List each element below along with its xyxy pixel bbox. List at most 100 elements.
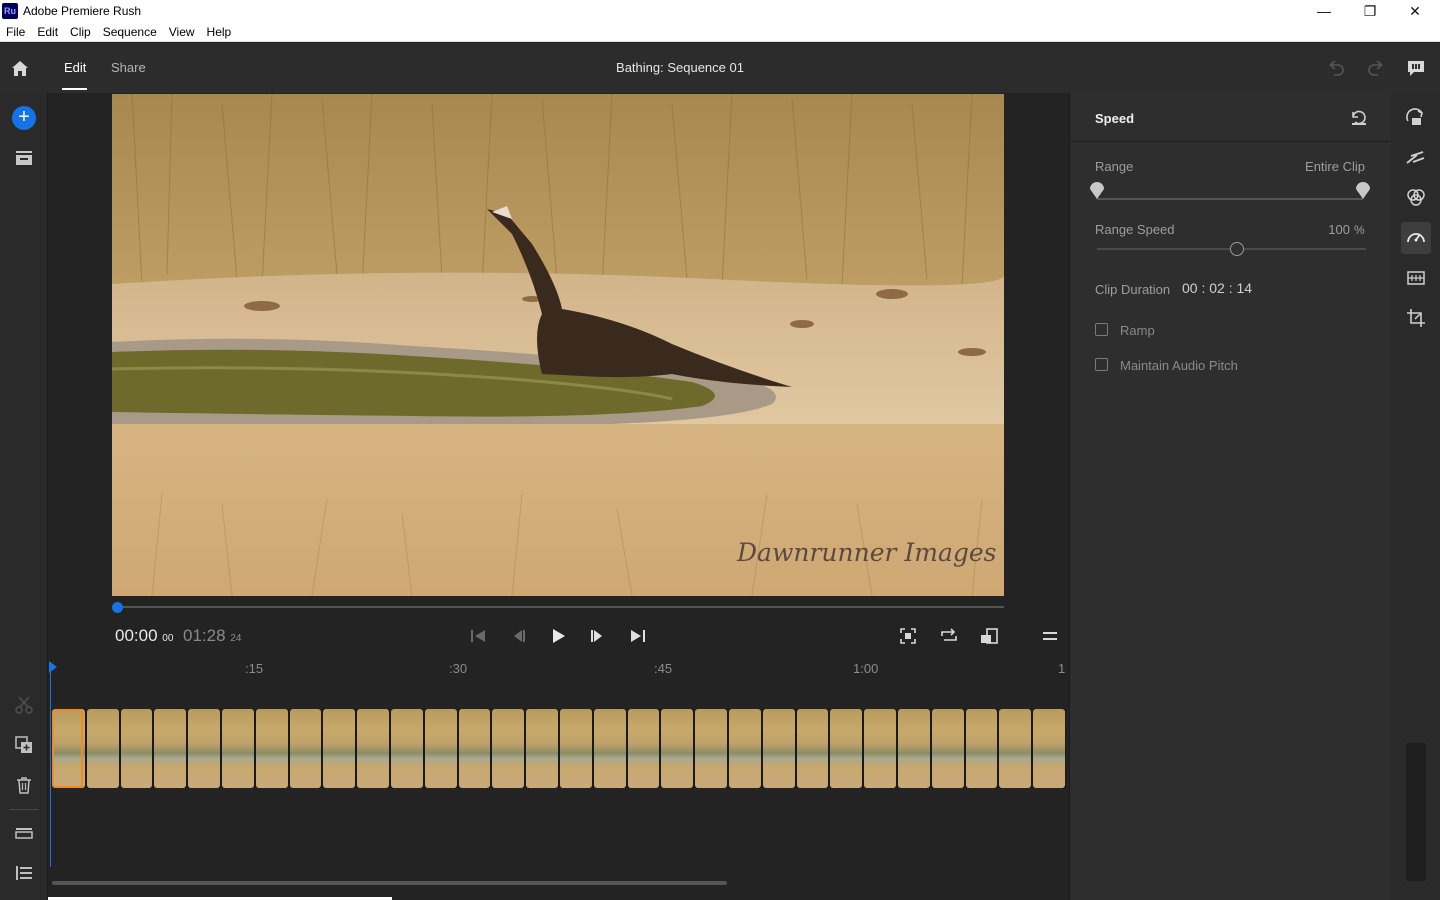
clip-duration-value[interactable]: 00 : 02 : 14 <box>1182 280 1252 296</box>
speed-gauge-icon[interactable] <box>1403 225 1429 251</box>
transitions-icon[interactable] <box>1403 105 1429 131</box>
video-clip[interactable] <box>52 709 1066 788</box>
clip-thumbnail <box>999 709 1032 788</box>
redo-icon[interactable] <box>1366 59 1386 77</box>
scrub-playhead[interactable] <box>112 602 123 613</box>
clip-thumbnail <box>86 709 119 788</box>
timeline[interactable]: :15 :30 :45 1:00 1 <box>49 655 1067 900</box>
clip-thumbnail <box>492 709 525 788</box>
range-speed-slider-knob[interactable] <box>1229 242 1244 256</box>
tab-edit[interactable]: Edit <box>64 60 86 75</box>
loop-icon[interactable] <box>939 627 959 645</box>
timeline-horizontal-scrollbar[interactable] <box>52 881 727 885</box>
menu-bar: File Edit Clip Sequence View Help <box>0 22 1440 42</box>
reset-icon[interactable] <box>1349 109 1369 127</box>
delete-icon[interactable] <box>14 775 34 795</box>
maintain-audio-pitch-checkbox[interactable] <box>1095 358 1108 371</box>
add-media-button[interactable]: + <box>12 106 36 130</box>
menu-sequence[interactable]: Sequence <box>97 22 163 39</box>
video-watermark: Dawnrunner Images <box>737 538 997 567</box>
clip-thumbnail <box>898 709 930 788</box>
app-header: Edit Share Bathing: Sequence 01 <box>0 43 1440 93</box>
total-time: 01:28 <box>183 626 226 645</box>
clip-thumbnail <box>424 709 457 788</box>
clip-thumbnail <box>965 709 998 788</box>
playhead-handle[interactable] <box>49 661 57 673</box>
range-start-handle[interactable] <box>1089 178 1105 200</box>
home-icon[interactable] <box>10 58 30 78</box>
menu-edit[interactable]: Edit <box>31 22 64 39</box>
ruler-label: :15 <box>245 661 264 676</box>
clip-thumbnail <box>323 709 356 788</box>
close-button[interactable]: ✕ <box>1392 0 1438 22</box>
app-logo-icon: Ru <box>2 3 18 19</box>
current-time: 00:00 <box>115 626 158 645</box>
clip-thumbnail <box>357 709 389 788</box>
menu-lines-icon[interactable] <box>1041 628 1059 644</box>
track-toggle-icon[interactable] <box>14 825 34 841</box>
clip-thumbnail <box>458 709 491 788</box>
current-frames: 00 <box>162 633 174 644</box>
range-label: Range <box>1095 159 1134 174</box>
clip-thumbnail <box>560 709 592 788</box>
clip-thumbnail <box>830 709 863 788</box>
panel-title: Speed <box>1095 111 1135 126</box>
video-frame-image <box>112 94 1004 596</box>
ruler-label: :30 <box>449 661 468 676</box>
ruler-label: :45 <box>654 661 673 676</box>
project-assets-icon[interactable] <box>14 150 34 166</box>
fit-frame-icon[interactable] <box>899 627 917 645</box>
feedback-icon[interactable] <box>1406 58 1426 78</box>
step-back-icon[interactable] <box>509 628 527 644</box>
clip-thumbnail <box>222 709 254 788</box>
clip-thumbnail <box>864 709 896 788</box>
go-to-start-icon[interactable] <box>469 628 487 644</box>
maintain-audio-pitch-label: Maintain Audio Pitch <box>1120 358 1238 373</box>
color-icon[interactable] <box>1403 185 1429 211</box>
active-tab-indicator <box>62 88 87 90</box>
range-end-handle[interactable] <box>1355 178 1371 200</box>
go-to-end-icon[interactable] <box>629 628 647 644</box>
clip-thumbnail <box>762 709 795 788</box>
clip-selection-outline <box>52 709 83 788</box>
window-title-bar: Ru Adobe Premiere Rush — ❐ ✕ <box>0 0 1440 22</box>
aspect-ratio-icon[interactable] <box>979 627 999 645</box>
clip-thumbnail <box>593 709 626 788</box>
split-scissors-icon[interactable] <box>14 695 34 715</box>
menu-help[interactable]: Help <box>201 22 238 39</box>
total-frames: 24 <box>230 633 242 644</box>
range-slider-track[interactable] <box>1097 198 1363 200</box>
menu-file[interactable]: File <box>0 22 31 39</box>
clip-thumbnail <box>526 709 558 788</box>
ruler-label: 1:00 <box>853 661 879 676</box>
duration-minutes[interactable]: 02 <box>1209 280 1225 296</box>
maximize-button[interactable]: ❐ <box>1347 0 1393 22</box>
step-forward-icon[interactable] <box>589 628 607 644</box>
menu-view[interactable]: View <box>163 22 201 39</box>
clip-thumbnail <box>289 709 322 788</box>
duration-hours[interactable]: 00 <box>1182 280 1198 296</box>
audio-icon[interactable] <box>1403 265 1429 291</box>
scrub-bar[interactable] <box>112 606 1004 608</box>
current-timecode: 00:00 00 <box>115 626 173 646</box>
track-list-icon[interactable] <box>14 864 34 882</box>
crop-transform-icon[interactable] <box>1403 305 1429 331</box>
duplicate-icon[interactable] <box>14 735 34 755</box>
clip-duration-label: Clip Duration <box>1095 282 1171 297</box>
range-speed-unit: % <box>1354 223 1365 237</box>
vertical-scrollbar[interactable] <box>1406 743 1426 881</box>
ramp-checkbox[interactable] <box>1095 323 1108 336</box>
range-value: Entire Clip <box>1305 159 1365 174</box>
effects-icon[interactable] <box>1403 145 1429 171</box>
menu-clip[interactable]: Clip <box>64 22 97 39</box>
minimize-button[interactable]: — <box>1301 0 1347 22</box>
tab-share[interactable]: Share <box>111 60 146 75</box>
clip-thumbnail <box>255 709 288 788</box>
range-speed-value[interactable]: 100 <box>1310 222 1350 237</box>
undo-icon[interactable] <box>1326 59 1346 77</box>
duration-seconds[interactable]: 14 <box>1237 280 1253 296</box>
clip-thumbnail <box>391 709 423 788</box>
play-icon[interactable] <box>549 627 567 645</box>
timeline-playhead[interactable] <box>50 669 51 867</box>
video-preview[interactable] <box>112 94 1004 596</box>
